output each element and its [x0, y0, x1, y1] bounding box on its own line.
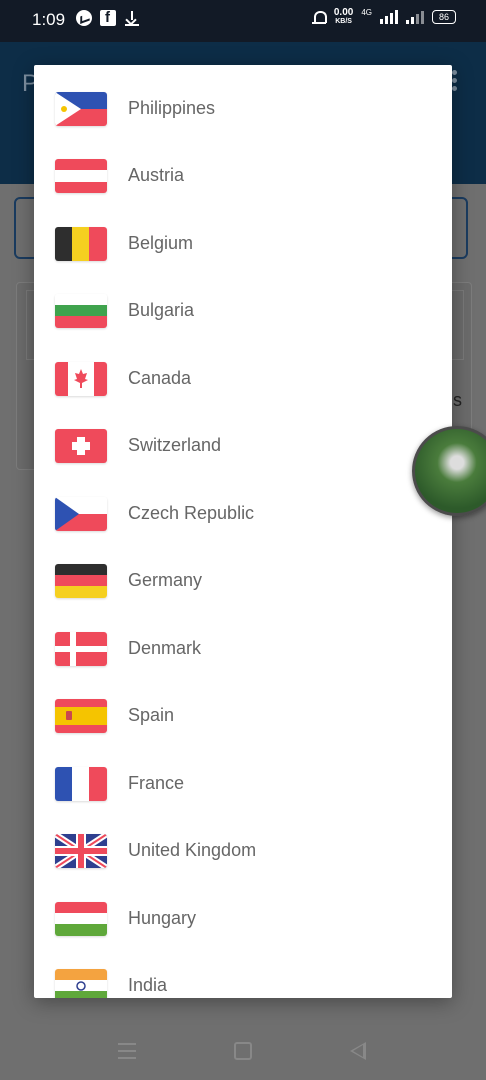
bulgaria-flag-icon	[55, 293, 107, 328]
denmark-flag-icon	[55, 631, 107, 666]
country-item-india[interactable]: India	[34, 952, 452, 998]
country-name: United Kingdom	[128, 840, 257, 860]
spain-flag-icon	[55, 698, 107, 733]
country-name: Bulgaria	[128, 300, 195, 320]
battery-icon: 86	[432, 10, 456, 24]
germany-flag-icon	[55, 563, 107, 598]
france-flag-icon	[55, 766, 107, 801]
country-item-spain[interactable]: Spain	[34, 682, 452, 749]
country-item-austria[interactable]: Austria	[34, 142, 452, 209]
country-item-united-kingdom[interactable]: United Kingdom	[34, 817, 452, 884]
status-bar: 1:09 0.00 KB/S 4G 86	[0, 0, 486, 42]
hungary-flag-icon	[55, 901, 107, 936]
country-name: Denmark	[128, 638, 202, 658]
india-flag-icon	[55, 968, 107, 998]
country-item-czech-republic[interactable]: Czech Republic	[34, 480, 452, 547]
country-item-bulgaria[interactable]: Bulgaria	[34, 277, 452, 344]
signal-2-icon	[406, 10, 424, 24]
status-system-icons: 0.00 KB/S 4G 86	[311, 8, 456, 26]
country-name: Hungary	[128, 908, 197, 928]
country-name: Spain	[128, 705, 175, 725]
download-icon	[124, 10, 140, 26]
home-button[interactable]	[234, 1042, 252, 1060]
belgium-flag-icon	[55, 226, 107, 261]
country-name: Canada	[128, 368, 192, 388]
canada-flag-icon	[55, 361, 107, 396]
country-item-switzerland[interactable]: Switzerland	[34, 412, 452, 479]
country-picker-dialog: Philippines Austria Belgium Bulgaria Can…	[34, 65, 452, 998]
country-item-germany[interactable]: Germany	[34, 547, 452, 614]
signal-icon	[380, 10, 398, 24]
country-name: Austria	[128, 165, 185, 185]
country-name: France	[128, 773, 185, 793]
back-button[interactable]	[350, 1042, 366, 1060]
switzerland-flag-icon	[55, 428, 107, 463]
status-notification-icons	[76, 9, 140, 26]
bell-muted-icon	[311, 10, 327, 24]
austria-flag-icon	[55, 158, 107, 193]
country-name: Belgium	[128, 233, 194, 253]
country-item-belgium[interactable]: Belgium	[34, 210, 452, 277]
network-speed-unit: KB/S	[335, 18, 352, 25]
country-name: Philippines	[128, 98, 216, 118]
status-time: 1:09	[32, 10, 66, 29]
country-item-france[interactable]: France	[34, 750, 452, 817]
navigation-bar	[0, 1000, 486, 1080]
country-name: Czech Republic	[128, 503, 255, 523]
country-name: Switzerland	[128, 435, 222, 455]
network-speed: 0.00 KB/S	[334, 8, 353, 26]
country-item-denmark[interactable]: Denmark	[34, 615, 452, 682]
country-item-canada[interactable]: Canada	[34, 345, 452, 412]
messenger-icon	[76, 10, 92, 26]
country-item-hungary[interactable]: Hungary	[34, 885, 452, 952]
country-item-philippines[interactable]: Philippines	[34, 75, 452, 142]
philippines-flag-icon	[55, 91, 107, 126]
overflow-menu-icon	[452, 70, 458, 92]
app-card-text: s	[453, 390, 462, 410]
czech-republic-flag-icon	[55, 496, 107, 531]
country-name: Germany	[128, 570, 203, 590]
network-speed-value: 0.00	[333, 7, 354, 18]
country-name: India	[128, 975, 168, 995]
network-type: 4G	[361, 8, 372, 17]
facebook-icon	[100, 9, 116, 26]
recent-apps-button[interactable]	[118, 1043, 136, 1064]
united-kingdom-flag-icon	[55, 833, 107, 868]
